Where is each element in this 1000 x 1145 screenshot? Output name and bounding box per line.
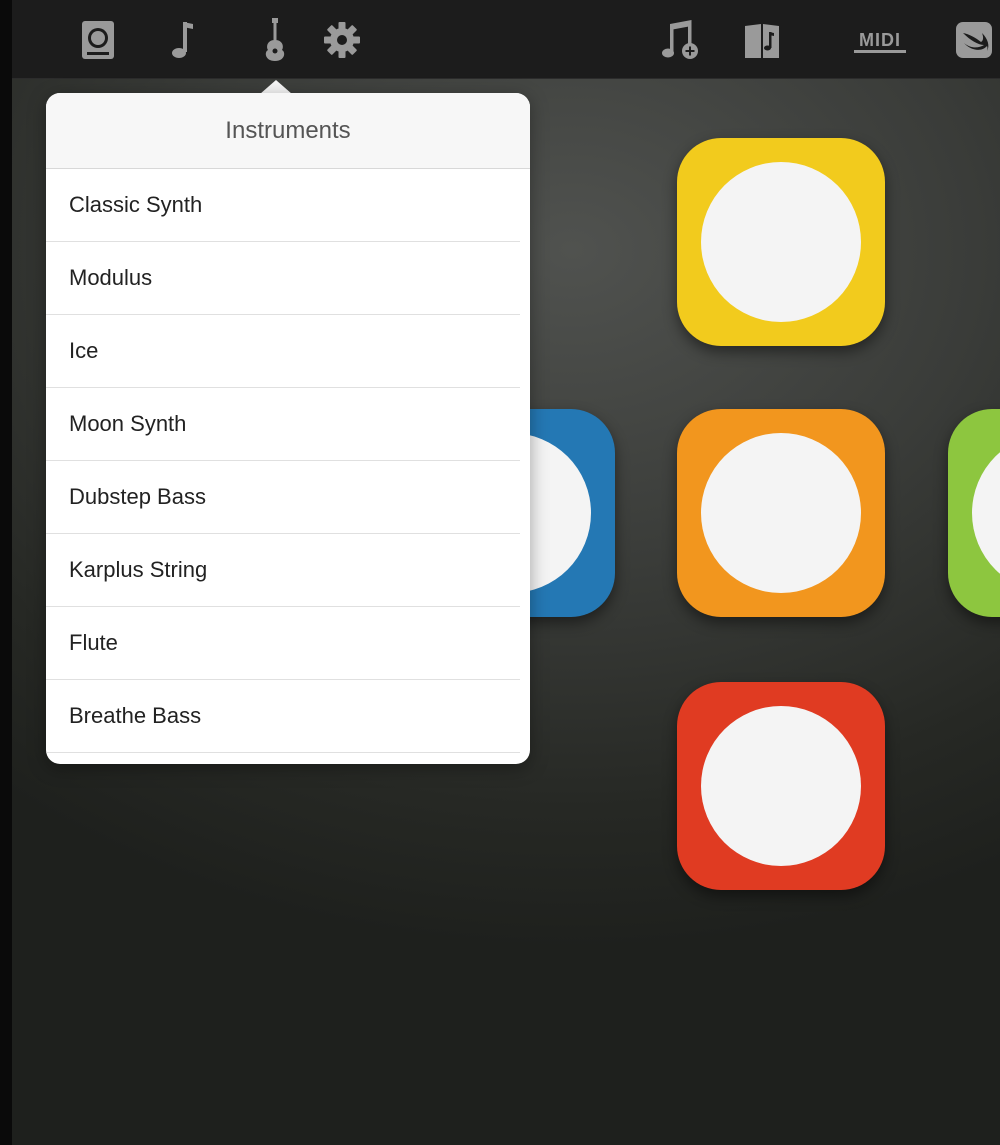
pad-disc [972,433,1000,593]
pad-green[interactable] [948,409,1000,617]
popover-arrow [260,80,292,94]
pad-red[interactable] [677,682,885,890]
app-canvas: MIDI Instruments Classic Synth Modulus I… [12,0,1000,1145]
pad-yellow[interactable] [677,138,885,346]
instrument-item-ice[interactable]: Ice [46,315,520,388]
top-toolbar: MIDI [12,0,1000,79]
pad-orange[interactable] [677,409,885,617]
instrument-item-flute[interactable]: Flute [46,607,520,680]
songbook-icon[interactable] [742,18,782,62]
instrument-item-dubstep-bass[interactable]: Dubstep Bass [46,461,520,534]
instruments-popover: Instruments Classic Synth Modulus Ice Mo… [46,93,530,764]
pad-disc [701,433,861,593]
music-note-icon[interactable] [162,18,202,62]
instrument-item-breathe-bass[interactable]: Breathe Bass [46,680,520,753]
instrument-item-karplus-string[interactable]: Karplus String [46,534,520,607]
midi-icon[interactable]: MIDI [852,18,908,62]
swift-icon[interactable] [954,18,994,62]
speaker-icon[interactable] [78,18,118,62]
instrument-item-moon-synth[interactable]: Moon Synth [46,388,520,461]
instrument-item-modulus[interactable]: Modulus [46,242,520,315]
gear-icon[interactable] [322,18,362,62]
pad-disc [701,706,861,866]
guitar-icon[interactable] [255,18,295,62]
instrument-item-classic-synth[interactable]: Classic Synth [46,169,520,242]
popover-title: Instruments [225,116,351,144]
svg-text:MIDI: MIDI [859,30,901,50]
popover-header: Instruments [46,93,530,169]
pad-disc [701,162,861,322]
add-music-icon[interactable] [660,18,700,62]
